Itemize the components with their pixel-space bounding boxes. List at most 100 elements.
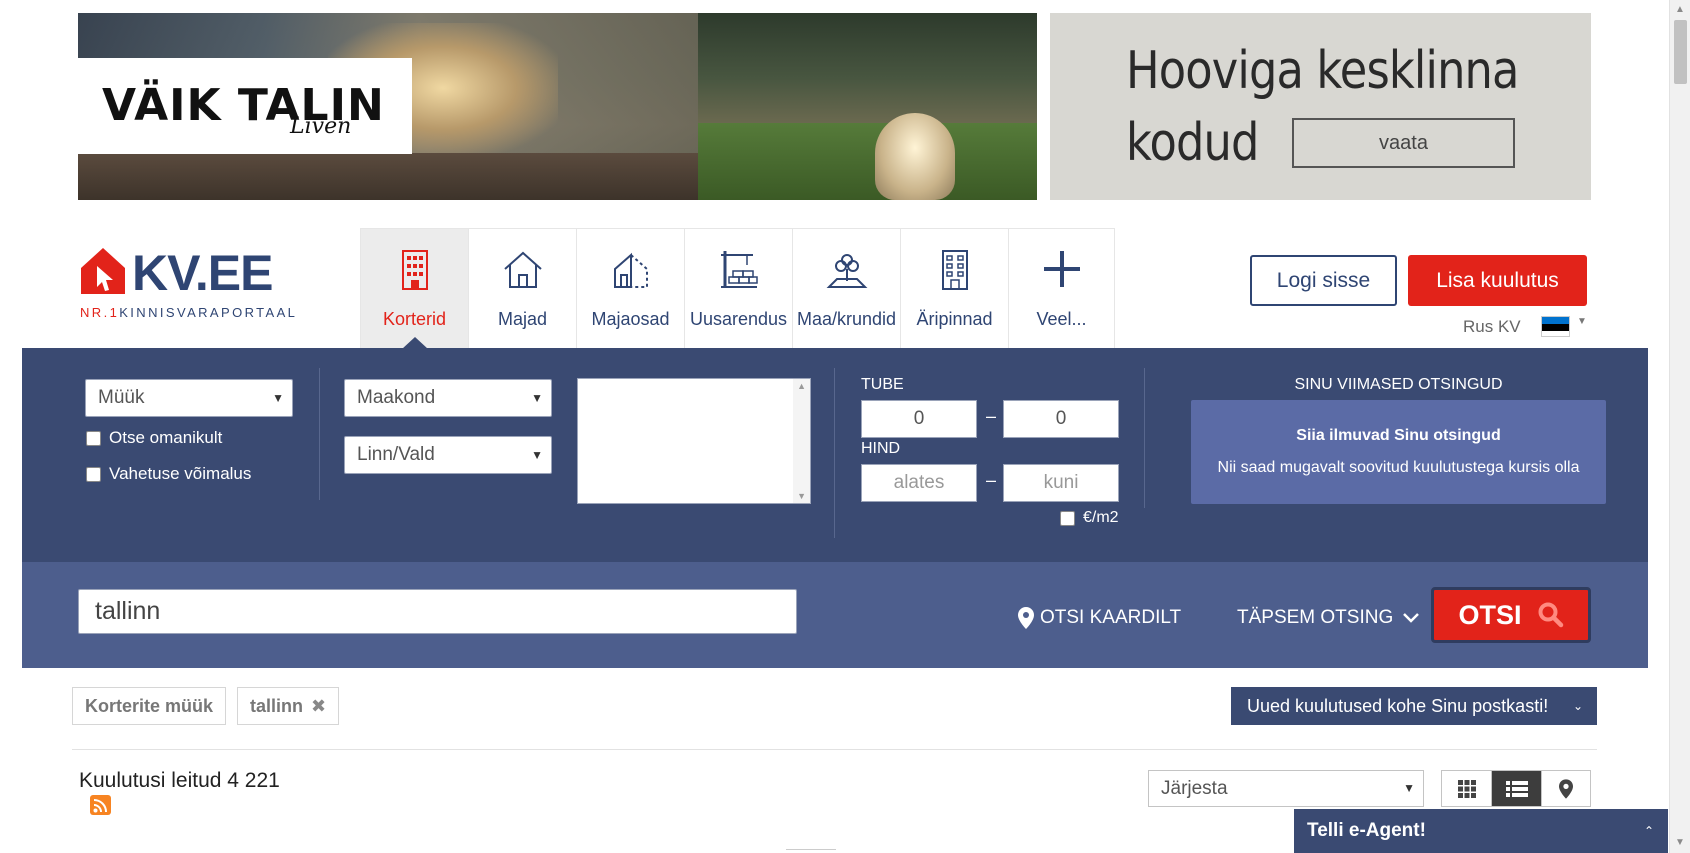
grid-icon — [1457, 779, 1476, 798]
banner-logo-script: Liven — [290, 114, 352, 139]
keyword-search-input[interactable]: tallinn — [78, 589, 797, 634]
exchange-checkbox-row[interactable]: Vahetuse võimalus — [86, 464, 251, 484]
nav-label-maa-krundid: Maa/krundid — [796, 309, 897, 329]
view-toggle — [1441, 770, 1591, 807]
partial-element — [786, 849, 836, 853]
price-max-input[interactable]: kuni — [1003, 464, 1119, 502]
estonian-flag-icon[interactable] — [1541, 316, 1570, 337]
exchange-checkbox[interactable] — [86, 466, 101, 482]
logo-brand-text: KV.EE — [132, 245, 273, 301]
list-icon — [1505, 780, 1528, 797]
logo-tagline-rest: KINNISVARAPORTAAL — [119, 305, 298, 320]
section-divider — [72, 749, 1597, 750]
chevron-down-icon — [1403, 613, 1420, 623]
per-m2-checkbox[interactable] — [1060, 510, 1075, 526]
search-icon — [1538, 602, 1563, 628]
panel-divider — [1144, 368, 1145, 508]
nav-item-uusarendus[interactable]: Uusarendus — [684, 229, 792, 348]
logo-tagline-nr: NR.1 — [80, 305, 120, 320]
language-link-rus[interactable]: Rus KV — [1463, 317, 1521, 337]
deal-type-select[interactable]: Müük ▼ — [85, 379, 293, 417]
recent-searches-text: Nii saad mugavalt soovitud kuulutustega … — [1217, 459, 1580, 476]
county-select-value: Maakond — [357, 387, 436, 408]
page-scrollbar[interactable]: ▲ ▼ — [1669, 0, 1690, 853]
city-select[interactable]: Linn/Vald ▼ — [344, 436, 552, 474]
nav-label-veel: Veel... — [1036, 309, 1087, 329]
nav-label-uusarendus: Uusarendus — [689, 309, 788, 329]
grid-view-button[interactable] — [1442, 771, 1491, 806]
logo-house-icon — [81, 248, 125, 294]
rooms-max-input[interactable]: 0 — [1003, 400, 1119, 438]
owner-only-label: Otse omanikult — [109, 428, 223, 447]
district-list-box[interactable]: ▲ ▼ — [577, 378, 811, 504]
email-alert-dropdown[interactable]: Uued kuulutused kohe Sinu postkasti! ⌄ — [1231, 687, 1597, 725]
map-search-link[interactable]: OTSI KAARDILT — [1018, 607, 1181, 629]
chevron-down-icon[interactable]: ▼ — [1577, 316, 1587, 327]
email-alert-label: Uued kuulutused kohe Sinu postkasti! — [1247, 696, 1549, 716]
sort-select-value: Järjesta — [1161, 778, 1228, 799]
advanced-search-toggle[interactable]: TÄPSEM OTSING — [1237, 607, 1420, 629]
rooms-label: TUBE — [861, 376, 904, 393]
panel-divider — [319, 368, 320, 500]
scrollbar-thumb[interactable] — [1674, 20, 1687, 84]
map-pin-icon — [1558, 778, 1573, 799]
map-pin-icon — [1018, 607, 1034, 629]
chevron-up-icon[interactable]: ⌃ — [1644, 809, 1654, 853]
promo-banner-hooviga[interactable]: Hooviga kesklinna kodud vaata — [1050, 13, 1591, 200]
rss-icon[interactable] — [90, 795, 111, 815]
search-button-label: OTSI — [1458, 599, 1522, 630]
map-view-button[interactable] — [1540, 771, 1590, 806]
recent-searches-title: SINU VIIMASED OTSINGUD — [1294, 376, 1503, 393]
owner-only-checkbox[interactable] — [86, 430, 101, 446]
scroll-down-icon[interactable]: ▼ — [797, 491, 806, 501]
nav-label-aripinnad: Äripinnad — [916, 309, 993, 329]
scroll-up-icon[interactable]: ▲ — [1670, 2, 1690, 18]
nav-label-majaosad: Majaosad — [591, 309, 670, 329]
nav-item-majad[interactable]: Majad — [468, 229, 576, 348]
price-label: HIND — [861, 440, 901, 457]
login-button[interactable]: Logi sisse — [1250, 255, 1397, 306]
close-icon[interactable]: ✖ — [311, 696, 326, 716]
house-part-icon — [613, 252, 648, 288]
add-listing-button[interactable]: Lisa kuulutus — [1408, 255, 1587, 306]
promo-banner-vaike-tallinn[interactable]: VÄIK TALIN Liven — [78, 13, 1037, 200]
plus-icon — [1043, 251, 1080, 287]
chevron-down-icon: ▼ — [531, 448, 543, 462]
nav-item-korterid[interactable]: Korterid — [360, 229, 468, 348]
rooms-min-input[interactable]: 0 — [861, 400, 977, 438]
district-list-scrollbar[interactable] — [793, 379, 810, 503]
banner-photo-deck — [78, 153, 778, 200]
recent-searches-heading: Siia ilmuvad Sinu otsingud — [1296, 427, 1501, 444]
house-icon — [503, 251, 542, 288]
scroll-up-icon[interactable]: ▲ — [797, 381, 806, 391]
panel-divider — [834, 368, 835, 538]
crane-construction-icon — [720, 251, 758, 288]
filter-chip-category[interactable]: Korterite müük — [72, 687, 227, 725]
county-select[interactable]: Maakond ▼ — [344, 379, 552, 417]
banner-photo-lawn — [698, 123, 1037, 200]
search-button[interactable]: OTSI — [1431, 587, 1591, 643]
nav-item-majaosad[interactable]: Majaosad — [576, 229, 684, 348]
nav-item-aripinnad[interactable]: Äripinnad — [900, 229, 1008, 348]
owner-only-checkbox-row[interactable]: Otse omanikult — [86, 428, 222, 448]
list-view-button[interactable] — [1491, 771, 1541, 806]
nav-item-veel[interactable]: Veel... — [1008, 229, 1115, 348]
sort-select[interactable]: Järjesta ▼ — [1148, 770, 1424, 807]
site-logo[interactable]: KV.EE NR.1KINNISVARAPORTAAL — [79, 245, 299, 321]
banner-cta-button[interactable]: vaata — [1292, 118, 1515, 168]
nav-item-maa-krundid[interactable]: Maa/krundid — [792, 229, 900, 348]
e-agent-panel[interactable]: Telli e-Agent! ⌃ — [1294, 809, 1668, 853]
rooms-range-dash: – — [986, 406, 997, 426]
advanced-search-label: TÄPSEM OTSING — [1237, 607, 1394, 628]
chevron-down-icon: ▼ — [272, 391, 284, 405]
logo-tagline: NR.1KINNISVARAPORTAAL — [80, 305, 297, 320]
e-agent-label: Telli e-Agent! — [1307, 820, 1426, 841]
per-m2-checkbox-row[interactable]: €/m2 — [1060, 509, 1119, 527]
filter-chip-keyword[interactable]: tallinn ✖ — [237, 687, 340, 725]
results-count: Kuulutusi leitud 4 221 — [79, 769, 280, 792]
price-min-input[interactable]: alates — [861, 464, 977, 502]
scroll-down-icon[interactable]: ▼ — [1670, 835, 1690, 851]
chevron-down-icon: ▼ — [531, 391, 543, 405]
exchange-label: Vahetuse võimalus — [109, 464, 252, 483]
map-search-label: OTSI KAARDILT — [1040, 607, 1182, 628]
